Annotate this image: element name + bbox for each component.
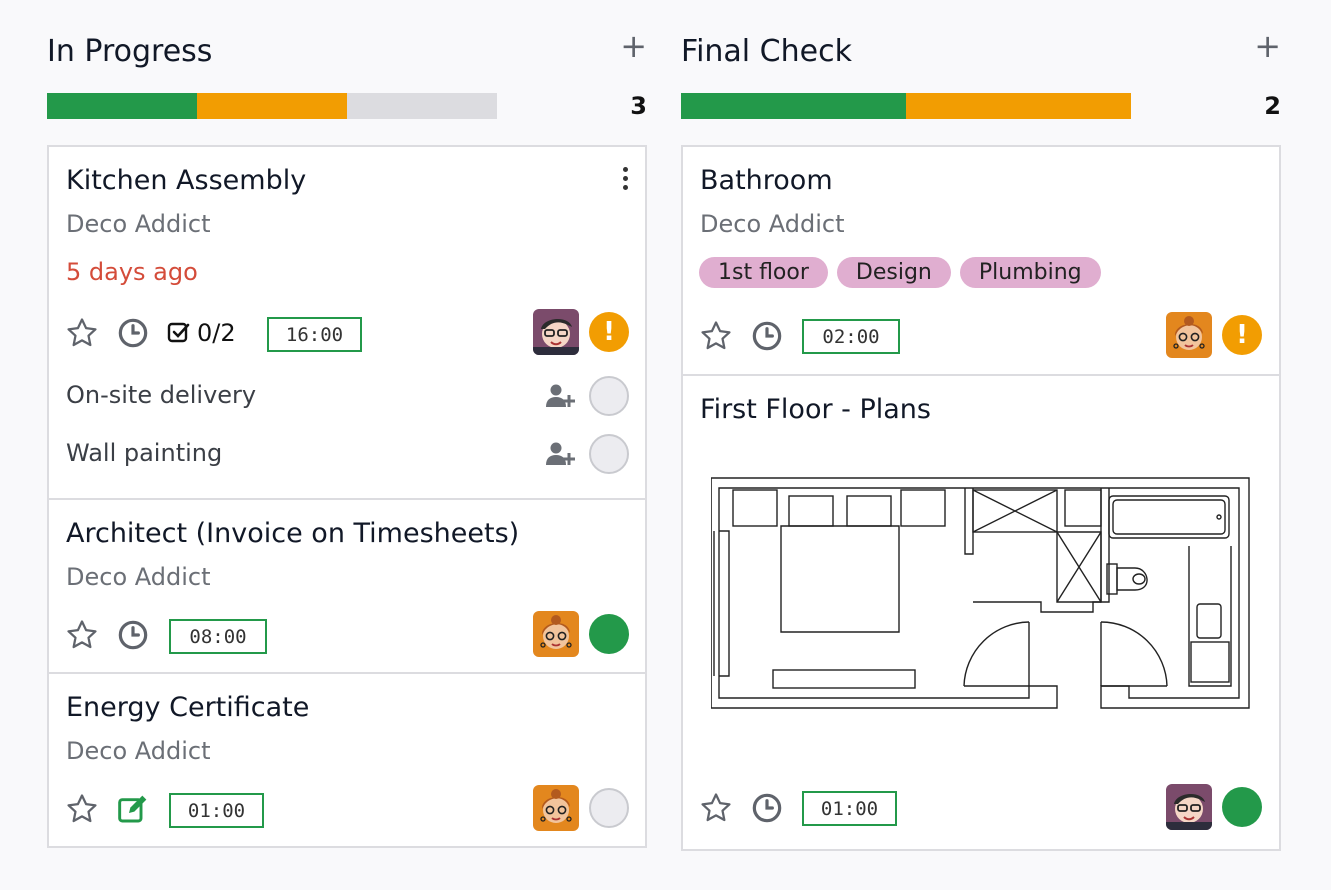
card-menu-icon[interactable] <box>621 167 629 193</box>
allocated-time[interactable]: 16:00 <box>267 317 362 352</box>
checklist-value: 0/2 <box>197 319 236 347</box>
progress-grey-segment[interactable] <box>347 93 497 119</box>
card-customer: Deco Addict <box>66 737 211 765</box>
clock-icon[interactable] <box>117 619 149 651</box>
column-progress-bar[interactable] <box>47 93 497 119</box>
task-card[interactable]: Architect (Invoice on Timesheets) Deco A… <box>49 500 645 674</box>
progress-orange-segment[interactable] <box>906 93 1131 119</box>
card-list: Bathroom Deco Addict 1st floor Design Pl… <box>681 145 1281 851</box>
column-title: In Progress <box>47 34 213 69</box>
column-in-progress: In Progress + 3 Kitchen Assembly Deco Ad… <box>47 0 647 848</box>
column-header: Final Check + 2 <box>681 0 1281 145</box>
avatar[interactable] <box>533 611 579 657</box>
task-card[interactable]: Kitchen Assembly Deco Addict 5 days ago … <box>49 147 645 500</box>
progress-green-segment[interactable] <box>681 93 906 119</box>
allocated-time[interactable]: 01:00 <box>802 791 897 826</box>
status-indicator[interactable] <box>589 614 629 654</box>
priority-status-icon[interactable]: ! <box>1222 315 1262 355</box>
clock-icon[interactable] <box>751 320 783 352</box>
column-progress-bar[interactable] <box>681 93 1131 119</box>
card-customer: Deco Addict <box>66 563 211 591</box>
card-title: Bathroom <box>700 165 833 196</box>
card-customer: Deco Addict <box>66 210 211 238</box>
column-header: In Progress + 3 <box>47 0 647 145</box>
checkbox-icon <box>167 322 190 343</box>
column-count: 3 <box>630 92 647 120</box>
priority-status-icon[interactable]: ! <box>589 312 629 352</box>
card-list: Kitchen Assembly Deco Addict 5 days ago … <box>47 145 647 848</box>
avatar[interactable] <box>533 309 579 355</box>
assign-user-icon[interactable] <box>545 383 579 409</box>
card-title: Kitchen Assembly <box>66 165 307 196</box>
tag[interactable]: Design <box>836 257 951 288</box>
subtask-label[interactable]: Wall painting <box>66 439 222 467</box>
task-card[interactable]: Energy Certificate Deco Addict 01:00 <box>49 674 645 846</box>
star-icon[interactable] <box>699 791 733 825</box>
card-title: Energy Certificate <box>66 692 310 723</box>
assign-user-icon[interactable] <box>545 441 579 467</box>
subtask-status[interactable] <box>589 434 629 474</box>
progress-orange-segment[interactable] <box>197 93 347 119</box>
allocated-time[interactable]: 01:00 <box>169 793 264 828</box>
clock-icon[interactable] <box>117 317 149 349</box>
star-icon[interactable] <box>65 316 99 350</box>
star-icon[interactable] <box>65 792 99 826</box>
task-card[interactable]: First Floor - Plans 01:00 <box>683 376 1279 849</box>
subtask-status[interactable] <box>589 376 629 416</box>
tag[interactable]: Plumbing <box>959 257 1101 288</box>
allocated-time[interactable]: 08:00 <box>169 619 267 654</box>
avatar[interactable] <box>1166 784 1212 830</box>
add-card-icon[interactable]: + <box>620 30 647 62</box>
status-indicator[interactable] <box>589 788 629 828</box>
edit-icon[interactable] <box>117 793 149 825</box>
card-deadline: 5 days ago <box>66 258 198 286</box>
star-icon[interactable] <box>65 618 99 652</box>
status-indicator[interactable] <box>1222 787 1262 827</box>
avatar[interactable] <box>533 785 579 831</box>
task-card[interactable]: Bathroom Deco Addict 1st floor Design Pl… <box>683 147 1279 376</box>
floor-plan-image <box>711 477 1250 709</box>
allocated-time[interactable]: 02:00 <box>802 319 900 354</box>
column-count: 2 <box>1264 92 1281 120</box>
tag-list: 1st floor Design Plumbing <box>699 257 1101 288</box>
subtask-label[interactable]: On-site delivery <box>66 381 256 409</box>
star-icon[interactable] <box>699 319 733 353</box>
progress-green-segment[interactable] <box>47 93 197 119</box>
card-title: Architect (Invoice on Timesheets) <box>66 518 520 549</box>
card-title: First Floor - Plans <box>700 394 931 425</box>
card-customer: Deco Addict <box>700 210 845 238</box>
clock-icon[interactable] <box>751 792 783 824</box>
column-title: Final Check <box>681 34 852 69</box>
checklist-counter[interactable]: 0/2 <box>167 319 236 347</box>
tag[interactable]: 1st floor <box>699 257 828 288</box>
add-card-icon[interactable]: + <box>1254 30 1281 62</box>
column-final-check: Final Check + 2 Bathroom Deco Addict 1st… <box>681 0 1281 851</box>
avatar[interactable] <box>1166 312 1212 358</box>
